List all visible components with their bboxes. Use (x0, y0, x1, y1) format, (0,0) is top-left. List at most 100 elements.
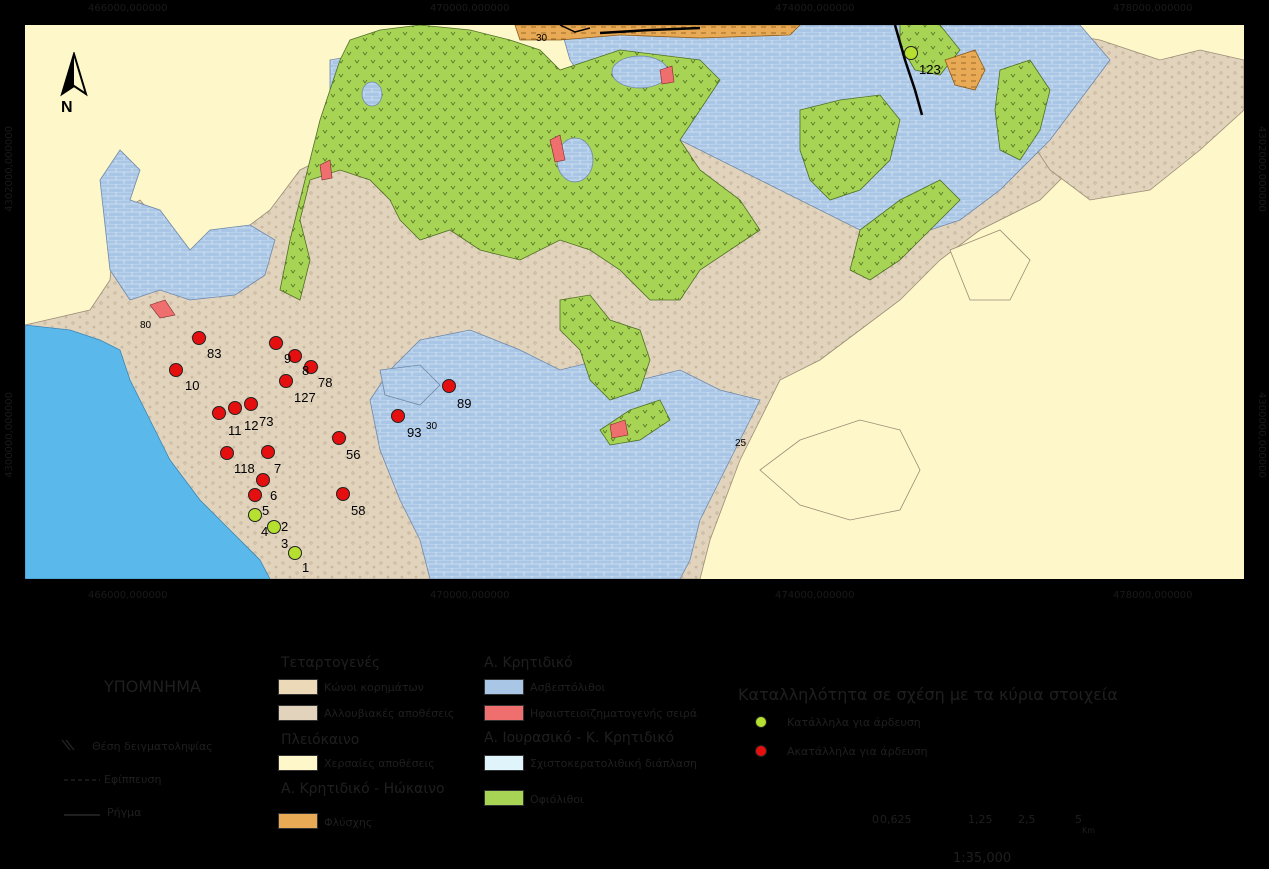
site-label: 4 (261, 524, 269, 539)
scale-tick: 1,25 (968, 813, 993, 826)
coord-left-2: 4300000,000000 (4, 392, 15, 478)
unsuitable-site-marker[interactable] (228, 401, 242, 415)
site-label: 12 (244, 418, 259, 433)
site-label: 93 (407, 425, 422, 440)
site-label: 73 (259, 414, 274, 429)
legend-group-upper-cretaceous: Α. Κρητιδικό (484, 655, 573, 671)
north-arrow-icon (60, 52, 88, 97)
suitable-site-marker[interactable] (248, 508, 262, 522)
legend-unsuitable: Ακατάλληλα για άρδευση (787, 745, 928, 758)
coord-bottom-3: 474000,000000 (775, 590, 855, 601)
legend-group-jurassic: Α. Ιουρασικό - Κ. Κρητιδικό (484, 730, 675, 746)
site-label: 83 (207, 346, 222, 361)
scale-unit: Km (1082, 826, 1096, 835)
legend-title: ΥΠΟΜΝΗΜΑ (104, 677, 201, 696)
unsuitable-site-marker[interactable] (256, 473, 270, 487)
dip-label: 30 (536, 33, 548, 44)
swatch-flysch (278, 813, 318, 829)
site-label: 11 (228, 423, 242, 438)
swatch-limestone (484, 679, 524, 695)
site-label: 123 (919, 62, 941, 77)
unsuitable-site-marker[interactable] (332, 431, 346, 445)
dip-label: 25 (735, 438, 747, 449)
legend-item-terrestrial: Χερσαίες αποθέσεις (324, 757, 435, 770)
site-label: 10 (185, 378, 200, 393)
legend-symbol-fault: Ρήγμα (107, 806, 142, 819)
scale-tick: 2,5 (1018, 813, 1036, 826)
geological-map[interactable]: N 30 80 30 25 1 2 3 4 5 6 7 8 9 10 11 12 56 58 73 78 83 8… (25, 25, 1244, 579)
unsuitable-site-marker[interactable] (442, 379, 456, 393)
legend-item-volcanic: Ηφαιστειοϊζηματογενής σειρά (530, 707, 698, 720)
site-label: 56 (346, 447, 361, 462)
limestone-inlier (361, 81, 383, 107)
unsuitable-site-marker[interactable] (212, 406, 226, 420)
unsuitable-site-marker[interactable] (220, 446, 234, 460)
swatch-fan-deposits (278, 679, 318, 695)
legend-group-quaternary: Τεταρτογενές (281, 655, 381, 671)
legend-compat-heading: Καταλληλότητα σε σχέση με τα κύρια στοιχ… (738, 685, 1118, 704)
legend-symbol-thrust: Εφίππευση (104, 773, 162, 786)
unsuitable-site-marker[interactable] (244, 397, 258, 411)
site-label: 5 (262, 503, 270, 518)
site-label: 58 (351, 503, 366, 518)
swatch-terrestrial (278, 755, 318, 771)
coord-bottom-4: 478000,000000 (1113, 590, 1193, 601)
legend-item-fans: Κώνοι κορημάτων (324, 681, 424, 694)
limestone-inlier (611, 55, 669, 89)
suitable-site-marker[interactable] (267, 520, 281, 534)
unsuitable-site-marker[interactable] (269, 336, 283, 350)
unsuitable-site-marker[interactable] (391, 409, 405, 423)
thrust-line-icon (64, 779, 100, 781)
scale-ratio: 1:35,000 (953, 851, 1012, 866)
swatch-alluvium (278, 705, 318, 721)
unsuitable-dot-icon (755, 745, 767, 757)
unsuitable-site-marker[interactable] (169, 363, 183, 377)
legend-item-flysch: Φλύσχης (324, 816, 373, 829)
unsuitable-site-marker[interactable] (261, 445, 275, 459)
suitable-site-marker[interactable] (288, 546, 302, 560)
site-label: 1 (302, 560, 310, 575)
scale-tick: 5 (1075, 813, 1082, 826)
site-label: 2 (281, 519, 289, 534)
site-label: 3 (281, 536, 289, 551)
legend-item-alluvium: Αλλουβιακές αποθέσεις (324, 707, 455, 720)
fault-line-icon (64, 814, 100, 816)
dip-label: 30 (426, 421, 438, 432)
coord-right-2: 4300000,000000 (1256, 392, 1267, 478)
legend-item-limestone: Ασβεστόλιθοι (530, 681, 606, 694)
swatch-ophiolite (484, 790, 524, 806)
map-canvas (25, 25, 1244, 579)
site-label: 78 (318, 375, 333, 390)
unsuitable-site-marker[interactable] (336, 487, 350, 501)
legend-symbol-sample: Θέση δειγματοληψίας (92, 740, 213, 753)
unsuitable-site-marker[interactable] (279, 374, 293, 388)
site-label: 7 (274, 461, 282, 476)
coord-top-3: 474000,000000 (775, 3, 855, 14)
north-label: N (61, 99, 73, 116)
site-label: 118 (234, 461, 255, 476)
coord-left-1: 4302000,000000 (4, 126, 15, 212)
unsuitable-site-marker[interactable] (248, 488, 262, 502)
suitable-site-marker[interactable] (904, 46, 918, 60)
coord-top-2: 470000,000000 (430, 3, 510, 14)
coord-bottom-2: 470000,000000 (430, 590, 510, 601)
swatch-radiolarite (484, 755, 524, 771)
coord-right-1: 4302000,000000 (1256, 126, 1267, 212)
legend-item-radiolarite: Σχιστοκερατολιθική διάπλαση (530, 757, 698, 770)
swatch-volcanic (484, 705, 524, 721)
legend-group-cret-eocene: Α. Κρητιδικό - Ηώκαινο (281, 781, 445, 797)
coord-top-1: 466000,000000 (88, 3, 168, 14)
scale-tick: 0,625 (880, 813, 912, 826)
site-label: 6 (270, 488, 278, 503)
unsuitable-site-marker[interactable] (192, 331, 206, 345)
site-label: 127 (294, 390, 316, 405)
legend-group-pliocene: Πλειόκαινο (281, 732, 360, 748)
legend-suitable: Κατάλληλα για άρδευση (787, 716, 921, 729)
dip-symbol-icon (61, 739, 75, 751)
site-label: 8 (302, 363, 310, 378)
coord-bottom-1: 466000,000000 (88, 590, 168, 601)
coord-top-4: 478000,000000 (1113, 3, 1193, 14)
suitable-dot-icon (755, 716, 767, 728)
legend-item-ophiolite: Οφιόλιθοι (530, 793, 584, 806)
scale-tick: 0 (872, 813, 879, 826)
